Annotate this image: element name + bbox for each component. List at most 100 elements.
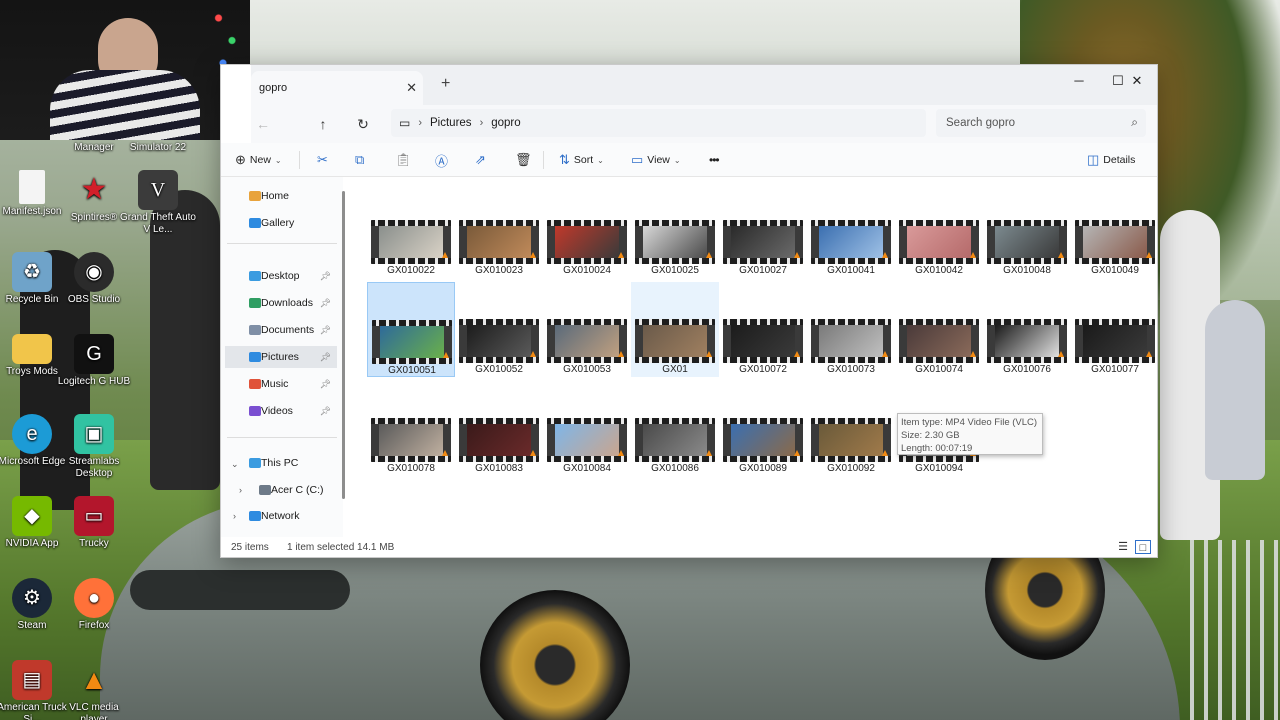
computer-icon (249, 458, 261, 468)
up-button[interactable]: ↑ (311, 113, 335, 135)
thumbnail-image (1083, 226, 1147, 258)
file-tile[interactable]: GX010051 (367, 282, 455, 377)
firefox-icon: ● (74, 578, 114, 618)
steam-icon: ⚙ (12, 578, 52, 618)
back-button[interactable]: ← (251, 113, 275, 135)
sidebar-item-drive-c[interactable]: Acer C (C:) (225, 479, 337, 501)
file-name: GX010048 (1003, 265, 1051, 276)
breadcrumb-gopro[interactable]: gopro (491, 117, 520, 129)
desktop-icon-logitech[interactable]: G Logitech G HUB (56, 334, 132, 388)
search-input[interactable]: Search gopro ⌕ (936, 109, 1146, 137)
file-tile[interactable]: GX010077 (1071, 282, 1159, 377)
file-tile[interactable]: GX010022 (367, 183, 455, 278)
vlc-cone-icon: ▲ (80, 663, 108, 695)
chevron-down-icon: ⌄ (673, 155, 681, 165)
pin-icon: 📌︎ (319, 351, 331, 362)
file-tile[interactable]: GX010072 (719, 282, 807, 377)
desktop-icon-obs[interactable]: ◉ OBS Studio (56, 252, 132, 306)
file-name: GX010022 (387, 265, 435, 276)
chevron-right-icon: › (418, 117, 423, 129)
vlc-cone-icon (615, 450, 627, 462)
file-tile[interactable]: GX010089 (719, 381, 807, 476)
file-tile[interactable]: GX010084 (543, 381, 631, 476)
file-tile[interactable]: GX010092 (807, 381, 895, 476)
address-field[interactable]: ▭ › Pictures › gopro (391, 109, 926, 137)
videos-icon (249, 406, 261, 416)
sidebar-item-downloads[interactable]: Downloads 📌︎ (225, 292, 337, 314)
video-thumbnail (547, 319, 627, 363)
delete-button[interactable]: 🗑︎ (515, 151, 532, 169)
file-tile[interactable]: GX010078 (367, 381, 455, 476)
file-tile[interactable]: GX01 (631, 282, 719, 377)
minimize-button[interactable]: ─ (1059, 69, 1099, 93)
file-tile[interactable]: GX010048 (983, 183, 1071, 278)
file-name: GX010041 (827, 265, 875, 276)
rename-button[interactable]: Ⓐ (435, 151, 448, 169)
file-tile[interactable]: GX010049 (1071, 183, 1159, 278)
edge-icon: e (12, 414, 52, 454)
vlc-cone-icon (1143, 252, 1155, 264)
pin-icon: 📌︎ (319, 378, 331, 389)
breadcrumb-pictures[interactable]: Pictures (430, 117, 472, 129)
file-tile[interactable]: GX010025 (631, 183, 719, 278)
vlc-cone-icon (1055, 351, 1067, 363)
sidebar-item-network[interactable]: Network (225, 505, 337, 527)
desktop-icon-firefox[interactable]: ● Firefox (56, 578, 132, 632)
sidebar-item-gallery[interactable]: Gallery (225, 212, 337, 234)
navigation-scrollbar[interactable] (342, 191, 345, 499)
new-button[interactable]: ⊕ New ⌄ (235, 151, 282, 169)
file-tile[interactable]: GX010041 (807, 183, 895, 278)
thumbnail-image (731, 226, 795, 258)
file-tile[interactable]: GX010076 (983, 282, 1071, 377)
desktop-icon-trucky[interactable]: ▭ Trucky (56, 496, 132, 550)
new-label: New (249, 154, 271, 166)
tab-close-icon[interactable]: ✕ (406, 80, 417, 96)
cut-button[interactable]: ✂ (317, 151, 328, 169)
close-button[interactable]: ✕ (1117, 69, 1157, 93)
file-tile[interactable]: GX010074 (895, 282, 983, 377)
file-tile[interactable]: GX010042 (895, 183, 983, 278)
desktop-icon-simulator[interactable]: Simulator 22 (120, 142, 196, 154)
desktop-icon-streamlabs[interactable]: ▣ Streamlabs Desktop (56, 414, 132, 479)
more-options-button[interactable]: ••• (709, 151, 720, 169)
paste-button[interactable]: 📋︎ (395, 151, 412, 169)
tiles-view-icon[interactable]: □ (1135, 540, 1151, 554)
file-tile[interactable]: GX010053 (543, 282, 631, 377)
sidebar-item-pictures[interactable]: Pictures 📌︎ (225, 346, 337, 368)
vlc-cone-icon (527, 252, 539, 264)
pin-icon: 📌︎ (319, 297, 331, 308)
file-tile[interactable]: GX010083 (455, 381, 543, 476)
details-button[interactable]: ◫ Details (1087, 151, 1135, 169)
view-button[interactable]: ▭ View ⌄ (631, 151, 681, 169)
refresh-button[interactable]: ↻ (351, 113, 375, 135)
sidebar-item-music[interactable]: Music 📌︎ (225, 373, 337, 395)
thumbnail-image (819, 226, 883, 258)
file-tile[interactable]: GX010086 (631, 381, 719, 476)
desktop-icon-vlc[interactable]: ▲ VLC media player (56, 660, 132, 720)
sort-button[interactable]: ⇅ Sort ⌄ (559, 151, 604, 169)
copy-button[interactable]: ⧉ (355, 151, 364, 169)
tab-title: gopro (259, 82, 288, 94)
chevron-down-icon: ⌄ (597, 155, 604, 165)
new-tab-button[interactable]: + (441, 75, 450, 93)
share-button[interactable]: ⇗ (475, 151, 486, 169)
file-tile[interactable]: GX010073 (807, 282, 895, 377)
download-icon (249, 298, 261, 308)
file-name: GX010074 (915, 364, 963, 375)
sidebar-item-this-pc[interactable]: This PC (225, 452, 337, 474)
file-tile[interactable]: GX010023 (455, 183, 543, 278)
sidebar-item-home[interactable]: Home (225, 185, 337, 207)
status-bar: 25 items 1 item selected 14.1 MB ☰ □ (221, 537, 1157, 557)
desktop-icon-gta[interactable]: V Grand Theft Auto V Le... (120, 170, 196, 235)
file-tile[interactable]: GX010052 (455, 282, 543, 377)
thumbnail-image (555, 226, 619, 258)
details-view-icon[interactable]: ☰ (1115, 540, 1131, 554)
file-tile[interactable]: GX010027 (719, 183, 807, 278)
sidebar-item-documents[interactable]: Documents 📌︎ (225, 319, 337, 341)
item-count: 25 items (231, 542, 269, 553)
sidebar-item-desktop[interactable]: Desktop 📌︎ (225, 265, 337, 287)
file-tile[interactable]: GX010024 (543, 183, 631, 278)
video-thumbnail (547, 418, 627, 462)
sidebar-item-videos[interactable]: Videos 📌︎ (225, 400, 337, 422)
tab-gopro[interactable]: gopro ✕ (251, 71, 423, 105)
